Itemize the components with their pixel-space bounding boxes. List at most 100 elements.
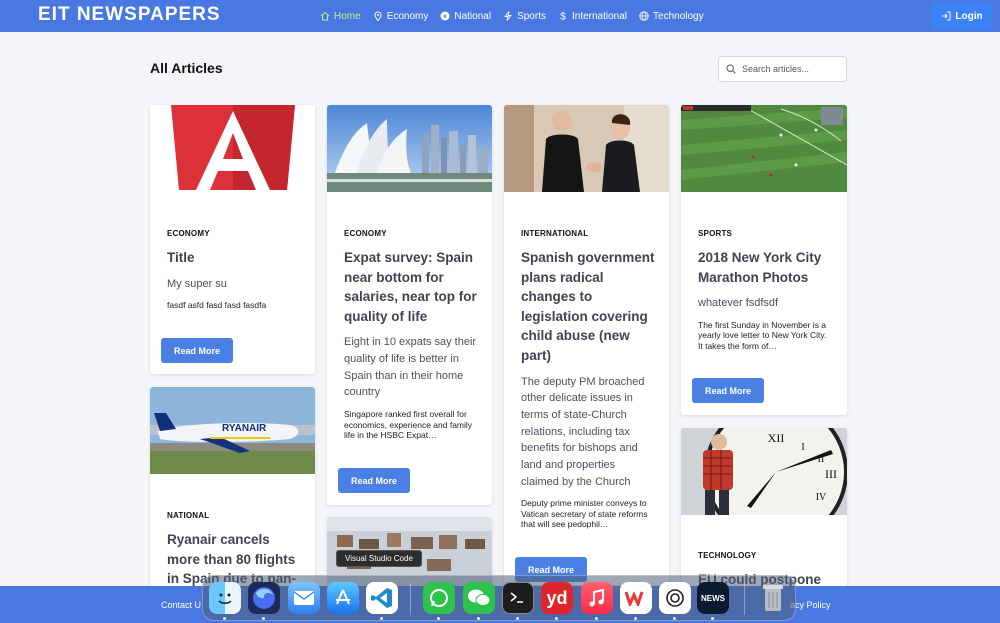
- nav-sports[interactable]: Sports: [503, 11, 546, 22]
- running-indicator: [555, 617, 558, 620]
- news-app-label: NEWS: [701, 593, 725, 603]
- nav-technology-label: Technology: [653, 10, 704, 22]
- firefox-icon[interactable]: [248, 582, 280, 614]
- youdao-dictionary-icon[interactable]: yd: [541, 582, 573, 614]
- running-indicator: [595, 617, 598, 620]
- svg-text:III: III: [825, 467, 837, 481]
- read-more-button[interactable]: Read More: [692, 378, 764, 403]
- nav-national-label: National: [454, 10, 492, 22]
- football-pitch: [681, 105, 847, 192]
- article-card: XII III I II IV TECHNOLOGY EU could post…: [681, 428, 847, 588]
- article-subtitle: whatever fsdfsdf: [698, 297, 779, 310]
- dock-separator: [744, 583, 745, 615]
- dock-separator: [410, 583, 411, 615]
- svg-text:I: I: [801, 442, 804, 453]
- nav-home[interactable]: Home: [320, 11, 361, 22]
- article-image-ryanair-plane[interactable]: RYANAIR: [150, 387, 315, 474]
- wps-office-icon[interactable]: [620, 582, 652, 614]
- wechat-icon[interactable]: [463, 582, 495, 614]
- nav-technology[interactable]: Technology: [639, 11, 704, 22]
- article-category: NATIONAL: [167, 511, 210, 520]
- trash-icon[interactable]: [757, 582, 789, 614]
- macos-dock: yd NEWS: [202, 575, 796, 621]
- article-category: TECHNOLOGY: [698, 551, 757, 560]
- running-indicator: [223, 617, 226, 620]
- article-image-football-pitch[interactable]: [681, 105, 847, 192]
- article-excerpt: The first Sunday in November is a yearly…: [698, 319, 827, 351]
- vscode-icon[interactable]: [366, 582, 398, 614]
- globe-icon: [639, 11, 649, 21]
- contact-us-link[interactable]: Contact U: [161, 600, 201, 610]
- article-subtitle: The deputy PM broached other delicate is…: [521, 375, 645, 488]
- home-icon: [320, 11, 330, 21]
- handshake-photo: [504, 105, 669, 192]
- dollar-icon: $: [560, 12, 566, 22]
- nav-international[interactable]: $ International: [558, 11, 627, 22]
- login-icon: [942, 11, 951, 21]
- article-title[interactable]: Expat survey: Spain near bottom for sala…: [344, 248, 478, 326]
- article-image-clock-worker[interactable]: XII III I II IV: [681, 428, 847, 515]
- singapore-skyline: [327, 105, 492, 192]
- youdao-label: yd: [546, 587, 568, 608]
- nav-menu: Home Economy e National Sports $ Interna…: [320, 0, 704, 32]
- article-category: INTERNATIONAL: [521, 229, 589, 238]
- nav-international-label: International: [571, 10, 628, 22]
- login-label: Login: [955, 10, 983, 22]
- article-image-singapore-skyline[interactable]: [327, 105, 492, 192]
- running-indicator: [634, 617, 637, 620]
- article-card: ECONOMY Expat survey: Spain near bottom …: [327, 105, 492, 505]
- svg-text:RYANAIR: RYANAIR: [222, 423, 267, 434]
- article-card: RYANAIR NATIONAL Ryanair cancels more th…: [150, 387, 315, 587]
- badge-icon: e: [440, 11, 450, 21]
- article-subtitle: My super su: [167, 277, 227, 290]
- news-app-icon[interactable]: NEWS: [697, 582, 729, 614]
- music-icon[interactable]: [581, 582, 613, 614]
- whatsapp-icon[interactable]: [423, 582, 455, 614]
- mail-icon[interactable]: [288, 582, 320, 614]
- svg-text:XII: XII: [768, 431, 785, 445]
- article-image-handshake-photo[interactable]: [504, 105, 669, 192]
- running-indicator: [380, 617, 383, 620]
- clock-worker: XII III I II IV: [681, 428, 847, 515]
- article-excerpt: Deputy prime minister conveys to Vatican…: [521, 498, 648, 530]
- article-title[interactable]: 2018 New York City Marathon Photos: [698, 248, 833, 287]
- running-indicator: [673, 617, 676, 620]
- running-indicator: [516, 617, 519, 620]
- search-icon: [726, 64, 736, 74]
- ryanair-plane: RYANAIR: [150, 387, 315, 474]
- search-input[interactable]: [742, 64, 837, 74]
- chatgpt-icon[interactable]: [659, 582, 691, 614]
- article-category: SPORTS: [698, 229, 733, 238]
- terminal-icon[interactable]: [502, 582, 534, 614]
- nav-home-label: Home: [334, 10, 361, 22]
- app-store-icon[interactable]: [327, 582, 359, 614]
- running-indicator: [437, 617, 440, 620]
- svg-text:$: $: [560, 12, 566, 22]
- finder-icon[interactable]: [209, 582, 241, 614]
- bolt-icon: [504, 11, 513, 21]
- search-box[interactable]: [718, 56, 847, 82]
- read-more-button[interactable]: Read More: [338, 468, 410, 493]
- login-button[interactable]: Login: [932, 3, 992, 29]
- article-card: INTERNATIONAL Spanish government plans r…: [504, 105, 669, 585]
- article-subtitle: Eight in 10 expats say their quality of …: [344, 336, 477, 399]
- nav-national[interactable]: e National: [440, 11, 491, 22]
- article-card: ECONOMY Title My super su fasdf asfd fas…: [150, 105, 315, 374]
- privacy-policy-link[interactable]: acy Policy: [790, 600, 831, 610]
- article-excerpt: Singapore ranked first overall for econo…: [344, 409, 473, 441]
- article-title[interactable]: Title: [167, 248, 301, 268]
- top-navbar: EIT NEWSPAPERS Home Economy e National S…: [0, 0, 1000, 32]
- site-logo[interactable]: EIT NEWSPAPERS: [38, 4, 221, 26]
- running-indicator: [711, 617, 714, 620]
- angular-logo: [171, 105, 295, 190]
- nav-economy[interactable]: Economy: [373, 10, 429, 22]
- article-title[interactable]: Spanish government plans radical changes…: [521, 248, 655, 366]
- running-indicator: [477, 617, 480, 620]
- location-icon: [374, 11, 382, 21]
- article-category: ECONOMY: [167, 229, 210, 238]
- article-image-angular-logo[interactable]: [150, 105, 315, 192]
- nav-economy-label: Economy: [386, 10, 429, 22]
- read-more-button[interactable]: Read More: [161, 338, 233, 363]
- svg-text:IV: IV: [816, 492, 827, 503]
- nav-sports-label: Sports: [517, 10, 546, 22]
